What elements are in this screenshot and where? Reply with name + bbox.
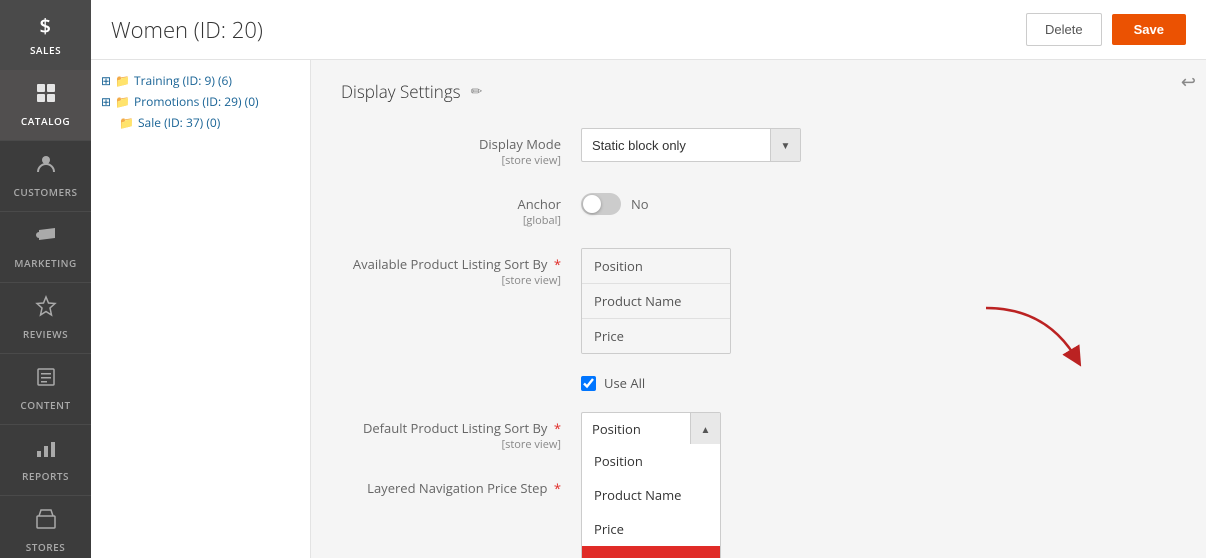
sidebar: $ SALES CATALOG CUSTOMERS — [0, 0, 91, 558]
folder-icon-training: 📁 — [115, 72, 130, 89]
customers-icon — [35, 153, 57, 181]
dropdown-up-arrow-icon[interactable]: ▲ — [690, 413, 720, 445]
option-rating[interactable]: Rating — [582, 546, 720, 558]
section-title: Display Settings — [341, 80, 461, 103]
section-header: Display Settings ✏ — [341, 80, 1176, 103]
sidebar-item-reviews[interactable]: REVIEWS — [0, 283, 91, 354]
stores-icon — [35, 508, 57, 536]
sidebar-catalog-label: CATALOG — [21, 114, 70, 128]
tree-item-label: Promotions (ID: 29) (0) — [134, 93, 259, 110]
undo-icon[interactable]: ↩ — [1181, 70, 1196, 94]
sidebar-stores-label: STORES — [26, 540, 65, 554]
option-product-name[interactable]: Product Name — [582, 478, 720, 512]
sidebar-item-stores[interactable]: STORES — [0, 496, 91, 558]
marketing-icon — [35, 224, 57, 252]
reviews-icon — [35, 295, 57, 323]
anchor-toggle-label: No — [631, 195, 649, 213]
tree-item-label: Training (ID: 9) (6) — [134, 72, 232, 89]
page-header: Women (ID: 20) Delete Save — [91, 0, 1206, 60]
body-area: ⊞ 📁 Training (ID: 9) (6) ⊞ 📁 Promotions … — [91, 60, 1206, 558]
sidebar-customers-label: CUSTOMERS — [14, 185, 78, 199]
sidebar-reports-label: REPORTS — [22, 469, 69, 483]
available-sort-label: Available Product Listing Sort By * [sto… — [341, 248, 561, 288]
dollar-icon: $ — [40, 12, 52, 39]
sidebar-item-content[interactable]: CONTENT — [0, 354, 91, 425]
folder-icon-sale: 📁 — [119, 114, 134, 131]
anchor-control: No — [581, 188, 1081, 215]
anchor-row: Anchor [global] No — [341, 188, 1176, 228]
tree-item-sale[interactable]: 📁 Sale (ID: 37) (0) — [101, 112, 300, 133]
default-sort-dropdown: Position ▲ Position Product Name Price R… — [581, 412, 721, 446]
display-mode-label: Display Mode [store view] — [341, 128, 561, 168]
default-sort-trigger[interactable]: Position ▲ — [581, 412, 721, 446]
anchor-toggle[interactable] — [581, 193, 621, 215]
content-icon — [35, 366, 57, 394]
tree-item-promotions[interactable]: ⊞ 📁 Promotions (ID: 29) (0) — [101, 91, 300, 112]
edit-icon[interactable]: ✏ — [471, 82, 483, 101]
layered-nav-row: Layered Navigation Price Step * — [341, 472, 1176, 501]
listbox-item-product-name[interactable]: Product Name — [582, 284, 730, 319]
sidebar-item-label: SALES — [30, 43, 61, 57]
option-position[interactable]: Position — [582, 444, 720, 478]
default-sort-menu: Position Product Name Price Rating — [581, 444, 721, 558]
anchor-label: Anchor [global] — [341, 188, 561, 228]
default-sort-row: Default Product Listing Sort By * [store… — [341, 412, 1176, 452]
available-sort-listbox[interactable]: Position Product Name Price — [581, 248, 731, 354]
select-arrow-icon[interactable]: ▼ — [770, 129, 800, 161]
page-title: Women (ID: 20) — [111, 15, 263, 45]
tree-item-training[interactable]: ⊞ 📁 Training (ID: 9) (6) — [101, 70, 300, 91]
save-button[interactable]: Save — [1112, 14, 1186, 45]
folder-icon-promotions: 📁 — [115, 93, 130, 110]
option-price[interactable]: Price — [582, 512, 720, 546]
use-all-label[interactable]: Use All — [604, 374, 645, 392]
main-area: Women (ID: 20) Delete Save ⊞ 📁 Training … — [91, 0, 1206, 558]
tree-item-label: Sale (ID: 37) (0) — [138, 114, 220, 131]
right-content: ↩ Display Settings ✏ Display Mode [store… — [311, 60, 1206, 558]
sidebar-item-reports[interactable]: REPORTS — [0, 425, 91, 496]
default-sort-label: Default Product Listing Sort By * [store… — [341, 412, 561, 452]
sidebar-item-marketing[interactable]: MARKETING — [0, 212, 91, 283]
listbox-item-price[interactable]: Price — [582, 319, 730, 353]
use-all-checkbox[interactable] — [581, 376, 596, 391]
expand-icon: ⊞ — [101, 93, 111, 110]
sidebar-item-sales[interactable]: $ SALES — [0, 0, 91, 70]
anchor-toggle-wrapper: No — [581, 188, 1081, 215]
default-sort-value: Position — [582, 413, 690, 445]
display-mode-select-wrapper[interactable]: Static block only Products only Static b… — [581, 128, 801, 162]
sidebar-reviews-label: REVIEWS — [23, 327, 68, 341]
default-sort-control: Position ▲ Position Product Name Price R… — [581, 412, 1081, 446]
arrow-annotation — [976, 298, 1096, 382]
catalog-icon — [35, 82, 57, 110]
reports-icon — [35, 437, 57, 465]
display-mode-select[interactable]: Static block only Products only Static b… — [582, 131, 770, 160]
layered-nav-label: Layered Navigation Price Step * — [341, 472, 561, 497]
sidebar-item-customers[interactable]: CUSTOMERS — [0, 141, 91, 212]
sidebar-item-catalog[interactable]: CATALOG — [0, 70, 91, 141]
display-mode-row: Display Mode [store view] Static block o… — [341, 128, 1176, 168]
left-panel: ⊞ 📁 Training (ID: 9) (6) ⊞ 📁 Promotions … — [91, 60, 311, 558]
sidebar-content-label: CONTENT — [20, 398, 70, 412]
header-actions: Delete Save — [1026, 13, 1186, 46]
expand-icon: ⊞ — [101, 72, 111, 89]
sidebar-marketing-label: MARKETING — [14, 256, 76, 270]
display-mode-control: Static block only Products only Static b… — [581, 128, 1081, 162]
listbox-item-position[interactable]: Position — [582, 249, 730, 284]
delete-button[interactable]: Delete — [1026, 13, 1102, 46]
